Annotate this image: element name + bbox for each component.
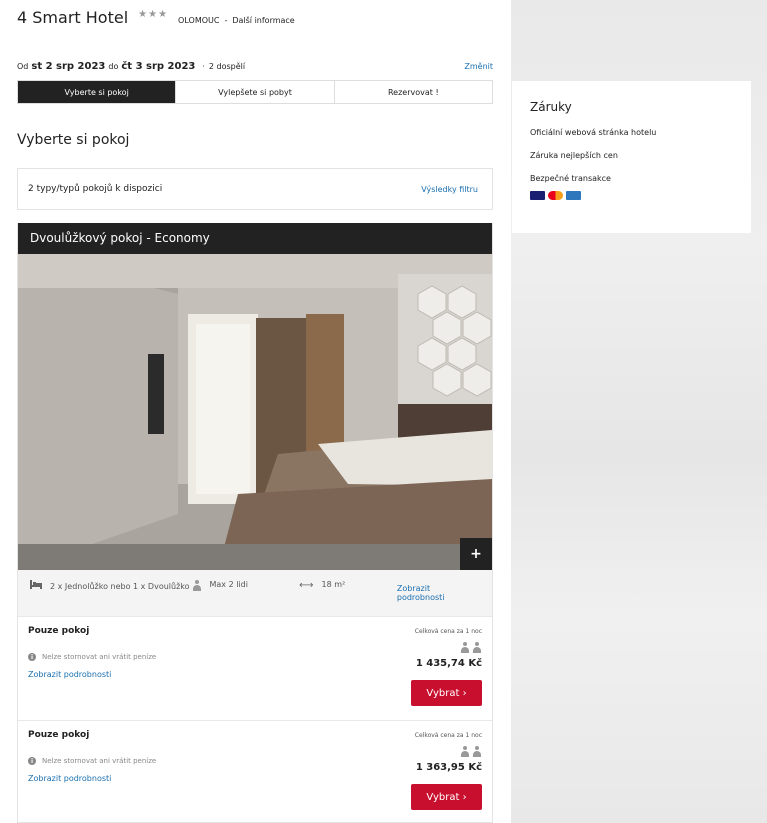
cancellation-text: Nelze stornovat ani vrátit peníze [42,653,157,661]
guarantee-item: Bezpečné transakce [530,174,611,183]
price-label: Celková cena za 1 noc [414,732,482,739]
stay-dates: Od st 2 srp 2023 do čt 3 srp 2023 · 2 do… [17,61,493,72]
rate-option: Pouze pokoj i Nelze stornovat ani vrátit… [18,720,492,823]
hotel-name: 4 Smart Hotel [17,8,129,27]
guarantee-item: Záruka nejlepších cen [530,151,618,160]
filter-results-link[interactable]: Výsledky filtru [421,185,478,194]
person-icon [472,642,482,653]
to-label: do [108,62,119,71]
rate-details-link[interactable]: Zobrazit podrobnosti [28,774,111,783]
feature-room-size: ⟷ 18 m² [299,580,397,591]
header-separator: - [224,16,228,25]
select-button[interactable]: Vybrat › [411,680,482,706]
room-photo[interactable]: + [18,254,492,570]
bed-icon [30,580,42,593]
room-features: 2 x Jednolůžko nebo 1 x Dvoulůžko Max 2 … [18,570,492,616]
booking-steps: Vyberte si pokoj Vylepšete si pobyt Reze… [17,80,493,104]
guarantees-panel: Záruky Oficiální webová stránka hotelu Z… [512,81,751,233]
guarantees-title: Záruky [530,100,572,114]
price-label: Celková cena za 1 noc [414,628,482,635]
guarantee-item: Oficiální webová stránka hotelu [530,128,657,137]
room-count-text: 2 typy/typů pokojů k dispozici [28,184,163,194]
step-upgrade-stay[interactable]: Vylepšete si pobyt [176,81,335,103]
cancellation-note: i Nelze stornovat ani vrátit peníze [28,653,156,661]
feature-beds: 2 x Jednolůžko nebo 1 x Dvoulůžko [30,580,192,593]
room-card: Dvoulůžkový pokoj - Economy + 2 x Jednol… [17,223,493,823]
step-book[interactable]: Rezervovat ! [335,81,492,103]
arrows-horizontal-icon: ⟷ [299,580,314,591]
step-select-room[interactable]: Vyberte si pokoj [18,81,177,103]
hotel-city: OLOMOUC [178,16,220,25]
visa-icon [530,191,545,200]
rate-price: 1 363,95 Kč [415,762,482,773]
from-label: Od [17,62,29,71]
star-rating: ★★★ [138,9,169,20]
to-date: čt 3 srp 2023 [121,61,196,72]
person-icon [472,746,482,757]
rate-option: Pouze pokoj i Nelze stornovat ani vrátit… [18,616,492,720]
rate-details-link[interactable]: Zobrazit podrobnosti [28,670,111,679]
person-icon [460,642,470,653]
room-title: Dvoulůžkový pokoj - Economy [18,223,492,254]
person-icon [460,746,470,757]
feature-max-guests: Max 2 lidi [192,580,300,591]
hotel-header: 4 Smart Hotel ★★★ OLOMOUC - Další inform… [17,8,295,27]
person-icon [192,580,202,591]
mastercard-icon [548,191,563,200]
room-size-text: 18 m² [321,580,346,589]
info-icon: i [28,757,36,765]
cancellation-text: Nelze stornovat ani vrátit peníze [42,757,157,765]
from-date: st 2 srp 2023 [31,61,106,72]
cancellation-note: i Nelze stornovat ani vrátit peníze [28,757,156,765]
dates-separator: · [202,62,205,71]
guests-icons [460,746,482,757]
guests-icons [460,642,482,653]
page-title: Vyberte si pokoj [17,132,130,148]
filter-bar: 2 typy/typů pokojů k dispozici Výsledky … [17,168,493,210]
select-button[interactable]: Vybrat › [411,784,482,810]
room-details-link[interactable]: Zobrazit podrobnosti [397,584,480,602]
rate-price: 1 435,74 Kč [415,658,482,669]
max-guests-text: Max 2 lidi [209,580,248,589]
zoom-button[interactable]: + [460,538,492,570]
change-link[interactable]: Změnit [464,62,493,71]
payment-cards [530,191,733,200]
more-info-link[interactable]: Další informace [232,16,294,25]
guests-count: 2 dospělí [208,62,246,71]
main-content: 4 Smart Hotel ★★★ OLOMOUC - Další inform… [0,0,511,823]
beds-text: 2 x Jednolůžko nebo 1 x Dvoulůžko [50,582,190,591]
room-photo-illustration [18,254,492,570]
info-icon: i [28,653,36,661]
amex-icon [566,191,581,200]
